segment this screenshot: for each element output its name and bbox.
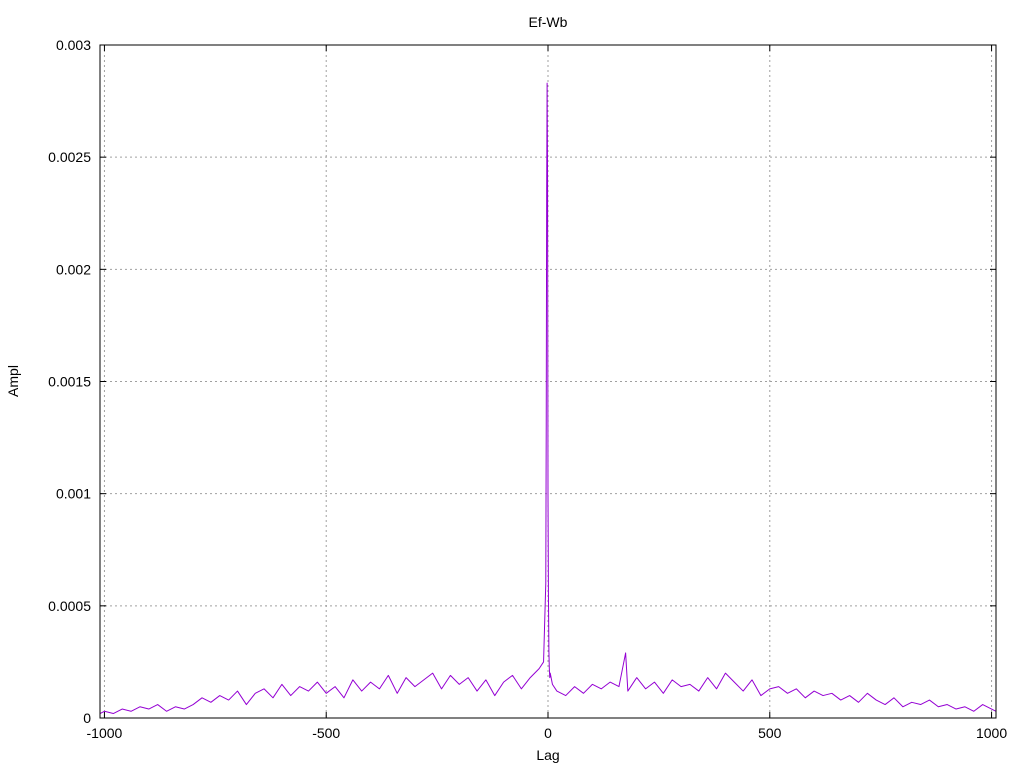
chart: -1000 -500 0 500 1000 0 0.0005 0.001 0.0015 0.002…: [0, 0, 1024, 768]
x-tick-label: 0: [544, 725, 552, 741]
x-tick-label: 1000: [976, 725, 1007, 741]
x-tick-label: -500: [312, 725, 340, 741]
y-tick-label: 0.0005: [48, 598, 91, 614]
chart-background: [0, 0, 1024, 768]
x-axis-label: Lag: [536, 747, 559, 763]
y-tick-label: 0.0025: [48, 149, 91, 165]
y-tick-label: 0.003: [56, 37, 91, 53]
chart-title: Ef-Wb: [529, 14, 568, 30]
y-tick-label: 0.001: [56, 486, 91, 502]
y-axis-label: Ampl: [5, 365, 21, 397]
y-tick-label: 0.002: [56, 261, 91, 277]
x-tick-label: -1000: [87, 725, 123, 741]
y-tick-label: 0.0015: [48, 374, 91, 390]
y-tick-label: 0: [83, 710, 91, 726]
x-tick-label: 500: [758, 725, 782, 741]
